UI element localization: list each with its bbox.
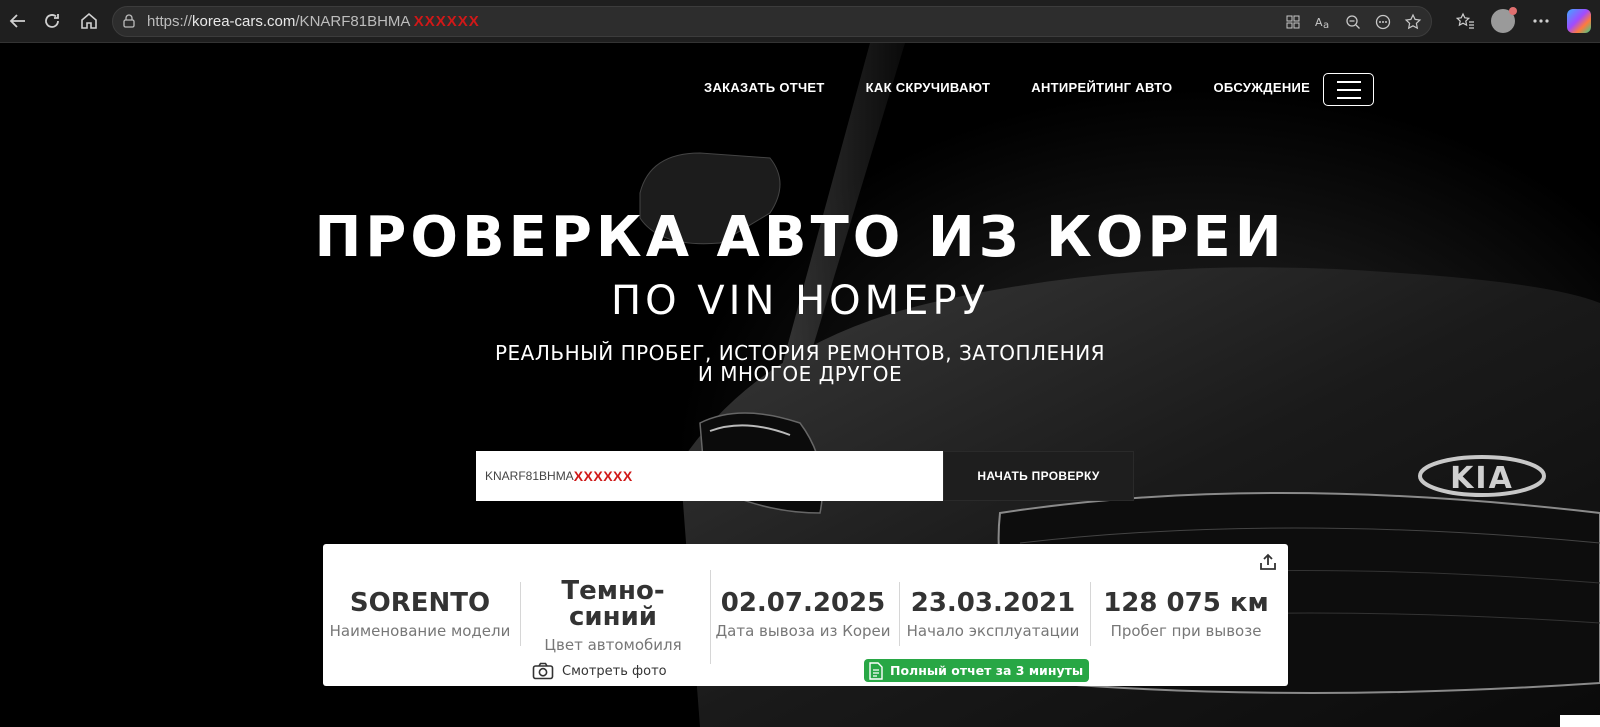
start-date-label: Начало эксплуатации [906,622,1080,640]
stat-mileage: 128 075 км Пробег при вывозе [1093,590,1279,680]
camera-icon [532,662,554,680]
view-photos-label: Смотреть фото [562,663,667,679]
url-redacted: XXXXXX [413,13,480,30]
profile-avatar-icon[interactable] [1490,7,1517,35]
more-circle-icon[interactable] [1373,11,1393,33]
hero-title: ПРОВЕРКА АВТО ИЗ КОРЕИ [314,205,1286,270]
vin-search-form: KNARF81BHMA XXXXXX НАЧАТЬ ПРОВЕРКУ [476,451,1134,501]
favorite-star-icon[interactable] [1403,11,1423,33]
svg-text:A: A [1315,16,1323,29]
start-date-value: 23.03.2021 [910,588,1076,618]
vin-input[interactable]: KNARF81BHMA XXXXXX [476,451,943,501]
hero-section: KIA ЗАКАЗАТЬ ОТЧЕТ КАК СКРУЧИВАЮТ АНТИРЕ… [0,43,1600,727]
export-date-value: 02.07.2025 [720,588,886,618]
color-value: Темно-синий [561,576,665,632]
color-label: Цвет автомобиля [544,636,682,654]
vin-input-value: KNARF81BHMA [485,469,574,483]
nav-discussion[interactable]: ОБСУЖДЕНИЕ [1213,80,1310,95]
full-report-badge[interactable]: Полный отчет за 3 минуты [864,659,1090,682]
divider [520,582,521,646]
model-label: Наименование модели [329,622,511,640]
url-path: /KNARF81BHMA [295,13,410,30]
model-value: SORENTO [349,588,491,618]
divider [710,570,711,664]
zoom-out-icon[interactable] [1343,11,1363,33]
hamburger-line [1336,88,1361,91]
url-text: https://korea-cars.com/KNARF81BHMA XXXXX… [147,13,480,30]
stat-color: Темно-синий Цвет автомобиля [533,578,693,668]
corner-element [1560,715,1600,727]
hero-tagline: РЕАЛЬНЫЙ ПРОБЕГ, ИСТОРИЯ РЕМОНТОВ, ЗАТОП… [0,343,1600,385]
hamburger-line [1336,80,1361,83]
menu-dots-icon[interactable] [1528,7,1554,35]
stat-model: SORENTO Наименование модели [329,590,511,680]
browser-toolbar: https://korea-cars.com/KNARF81BHMA XXXXX… [0,0,1600,43]
share-icon[interactable] [1258,552,1278,572]
nav-anti-rating[interactable]: АНТИРЕЙТИНГ АВТО [1031,80,1172,95]
hero-tagline-line1: РЕАЛЬНЫЙ ПРОБЕГ, ИСТОРИЯ РЕМОНТОВ, ЗАТОП… [494,341,1106,365]
kia-emblem: KIA [1450,461,1514,496]
address-bar[interactable]: https://korea-cars.com/KNARF81BHMA XXXXX… [112,6,1432,37]
url-prefix: https:// [147,13,193,30]
document-icon [869,661,883,680]
mileage-label: Пробег при вывозе [1110,622,1262,640]
divider [899,582,900,646]
start-check-button[interactable]: НАЧАТЬ ПРОВЕРКУ [943,451,1134,501]
vehicle-info-card: SORENTO Наименование модели Темно-синий … [323,544,1288,686]
export-date-label: Дата вывоза из Кореи [715,622,891,640]
mileage-value: 128 075 км [1103,588,1269,618]
vin-redacted: XXXXXX [573,468,633,484]
back-icon[interactable] [6,9,30,33]
full-report-label: Полный отчет за 3 минуты [890,663,1084,678]
home-icon[interactable] [77,9,101,33]
reload-icon[interactable] [40,9,64,33]
nav-order-report[interactable]: ЗАКАЗАТЬ ОТЧЕТ [704,80,825,95]
copilot-icon[interactable] [1566,7,1592,35]
translate-icon[interactable]: Aa [1313,11,1333,33]
nav-how-they-rollback[interactable]: КАК СКРУЧИВАЮТ [866,80,991,95]
divider [1090,582,1091,646]
svg-text:a: a [1323,20,1329,30]
apps-icon[interactable] [1283,11,1303,33]
url-domain: korea-cars.com [192,13,296,30]
hamburger-menu-button[interactable] [1323,73,1374,106]
hamburger-line [1336,96,1361,99]
hero-tagline-line2: И МНОГОЕ ДРУГОЕ [697,362,903,386]
view-photos-link[interactable]: Смотреть фото [532,662,667,680]
lock-icon[interactable] [121,13,137,29]
favorites-icon[interactable] [1452,7,1478,35]
top-navigation: ЗАКАЗАТЬ ОТЧЕТ КАК СКРУЧИВАЮТ АНТИРЕЙТИН… [704,80,1310,95]
hero-subtitle: ПО VIN НОМЕРУ [611,278,989,324]
